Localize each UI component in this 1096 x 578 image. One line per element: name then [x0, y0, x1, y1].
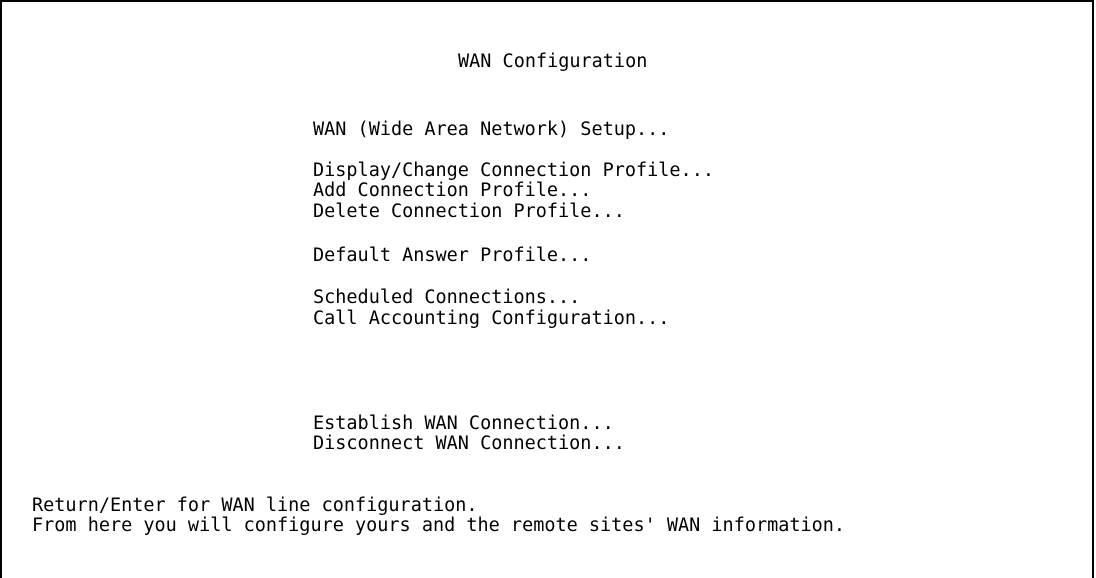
- terminal-screen: WAN Configuration WAN (Wide Area Network…: [0, 0, 1094, 578]
- screen-title: WAN Configuration: [458, 51, 648, 72]
- menu-item-call-accounting-configuration[interactable]: Call Accounting Configuration...: [313, 309, 669, 328]
- help-text-line-2: From here you will configure yours and t…: [32, 515, 846, 536]
- help-text-line-1: Return/Enter for WAN line configuration.: [32, 495, 478, 516]
- menu-item-delete-connection-profile[interactable]: Delete Connection Profile...: [313, 202, 625, 221]
- menu-item-establish-wan-connection[interactable]: Establish WAN Connection...: [313, 414, 614, 433]
- menu-item-wan-setup[interactable]: WAN (Wide Area Network) Setup...: [313, 120, 669, 139]
- menu-item-scheduled-connections[interactable]: Scheduled Connections...: [313, 288, 580, 307]
- menu-item-default-answer-profile[interactable]: Default Answer Profile...: [313, 246, 591, 265]
- menu-item-disconnect-wan-connection[interactable]: Disconnect WAN Connection...: [313, 434, 625, 453]
- menu-item-add-connection-profile[interactable]: Add Connection Profile...: [313, 181, 591, 200]
- menu-item-display-change-connection-profile[interactable]: Display/Change Connection Profile...: [313, 161, 714, 180]
